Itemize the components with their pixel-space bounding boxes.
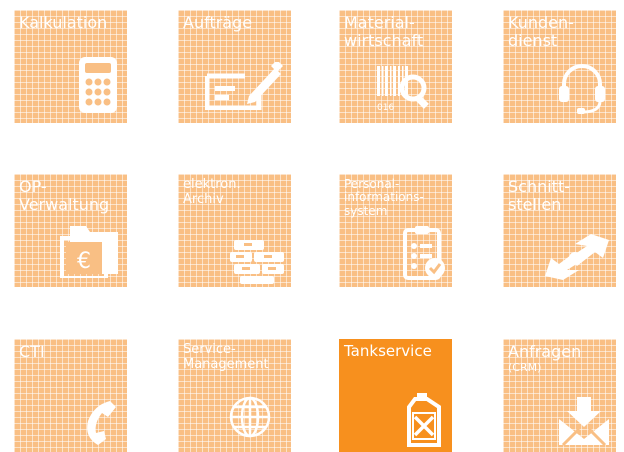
interface-arrows-icon	[545, 234, 609, 280]
tile-title-line-2: Verwaltung	[19, 194, 110, 214]
archive-stack-icon	[230, 240, 284, 284]
tile-title: Anfragen	[508, 342, 582, 361]
tile-title-line-2: Archiv	[183, 191, 224, 207]
tile-elektron-archiv[interactable]: elektron. Archiv	[178, 174, 291, 287]
barcode-number: 016	[377, 103, 394, 113]
tile-subtitle: (CRM)	[508, 360, 542, 374]
tile-anfragen[interactable]: Anfragen (CRM)	[503, 339, 616, 452]
tile-title-line-2: Management	[183, 356, 269, 372]
phone-handset-icon	[87, 401, 116, 445]
headset-icon	[559, 64, 605, 114]
tile-personalinformationssystem[interactable]: Personal- informations- system	[339, 174, 452, 287]
tile-title-line-3: system	[344, 203, 388, 218]
tile-title-line-2: wirtschaft	[344, 30, 424, 50]
tile-title-line-1: Kunden-	[508, 13, 574, 32]
calculator-icon	[79, 57, 117, 113]
tile-service-management[interactable]: Service- Management	[178, 339, 291, 452]
tile-title-line-1: Material-	[344, 13, 415, 32]
tile-title-line-2: stellen	[508, 194, 562, 214]
tile-title: CTI	[19, 342, 45, 361]
tile-title-line-1: OP-	[19, 177, 47, 196]
tile-title-line-1: Schnitt-	[508, 177, 570, 196]
tile-title-line-1: Service-	[183, 342, 236, 357]
tile-cti[interactable]: CTI	[14, 339, 127, 452]
tile-title: Aufträge	[183, 13, 253, 32]
inbox-download-icon	[559, 397, 609, 447]
tile-tankservice[interactable]: Tankservice	[339, 339, 452, 452]
tile-title-line-2: informations-	[344, 190, 424, 205]
tile-kalkulation[interactable]: Kalkulation	[14, 10, 127, 123]
order-form-pen-icon	[205, 62, 283, 110]
tile-materialwirtschaft[interactable]: Material- wirtschaft 016	[339, 10, 452, 123]
tile-schnittstellen[interactable]: Schnitt- stellen	[503, 174, 616, 287]
euro-sign: €	[77, 249, 91, 274]
globe-icon	[229, 396, 271, 438]
tile-title: Tankservice	[344, 342, 432, 360]
tile-auftraege[interactable]: Aufträge	[178, 10, 291, 123]
fuel-canister-icon	[407, 393, 441, 447]
tile-title-line-1: elektron.	[183, 177, 241, 192]
clipboard-check-icon	[403, 226, 445, 280]
euro-folder-icon: €	[60, 226, 118, 278]
tile-title: Kalkulation	[19, 13, 108, 32]
tile-op-verwaltung[interactable]: OP- Verwaltung €	[14, 174, 127, 287]
tile-title-line-1: Personal-	[344, 177, 400, 191]
barcode-magnifier-icon: 016	[377, 66, 429, 113]
tile-kundendienst[interactable]: Kunden- dienst	[503, 10, 616, 123]
tile-title-line-2: dienst	[508, 30, 558, 50]
